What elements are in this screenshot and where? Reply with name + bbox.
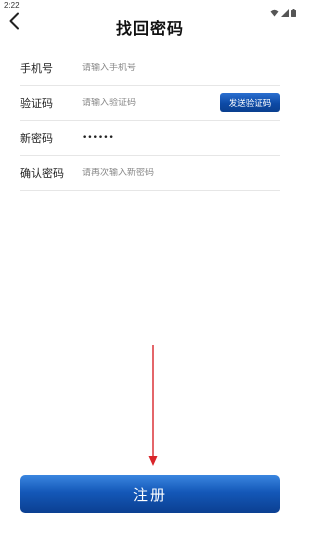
reset-password-form: 手机号 验证码 发送验证码 新密码 确认密码: [20, 51, 280, 191]
phone-row: 手机号: [20, 51, 280, 86]
code-label: 验证码: [20, 97, 53, 110]
code-row: 验证码 发送验证码: [20, 86, 280, 121]
status-time: 2:22: [4, 1, 20, 10]
page-title: 找回密码: [115, 19, 184, 38]
annotation-arrow: [148, 345, 158, 466]
send-code-button[interactable]: 发送验证码: [220, 93, 280, 112]
header: 找回密码: [0, 10, 300, 40]
register-button[interactable]: 注册: [20, 475, 280, 513]
confirm-password-label: 确认密码: [20, 167, 64, 180]
new-password-input[interactable]: [82, 133, 280, 143]
confirm-password-input[interactable]: [82, 168, 280, 178]
phone-input[interactable]: [82, 63, 280, 73]
phone-label: 手机号: [20, 62, 53, 75]
new-password-label: 新密码: [20, 132, 53, 145]
new-password-row: 新密码: [20, 121, 280, 156]
confirm-password-row: 确认密码: [20, 156, 280, 191]
